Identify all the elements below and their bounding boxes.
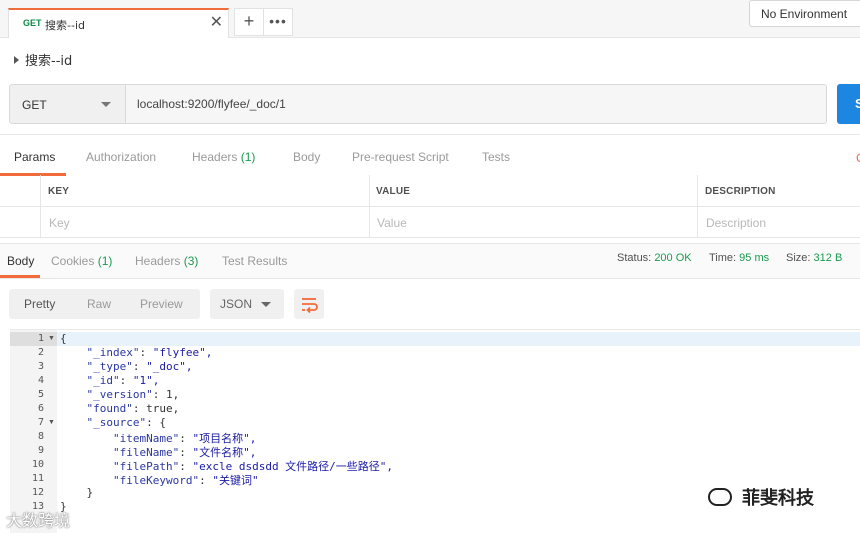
time-value: 95 ms <box>739 252 770 264</box>
tab-body[interactable]: Body <box>293 150 320 164</box>
line-number: 12 <box>31 487 44 498</box>
watermark-left-text: 大数跨境 <box>6 511 71 530</box>
tab-pre-request-script[interactable]: Pre-request Script <box>352 150 449 164</box>
divider <box>0 134 860 135</box>
line-number: 10 <box>31 459 44 470</box>
request-title-text: 搜索--id <box>25 54 73 69</box>
view-preview-button[interactable]: Preview <box>140 297 183 311</box>
status-value: 200 OK <box>654 252 692 264</box>
line-number: 5 <box>37 389 44 400</box>
url-input[interactable]: localhost:9200/flyfee/_doc/1 <box>126 84 827 124</box>
status-label: Status: <box>617 252 652 264</box>
size-value: 312 B <box>813 252 843 264</box>
tab-label: Body <box>7 254 35 268</box>
column-header-description: DESCRIPTION <box>705 186 776 197</box>
tab-label: Tests <box>482 150 511 164</box>
code-line: "_source": { <box>86 416 166 429</box>
response-status: Status: 200 OK <box>617 252 692 264</box>
params-table: KEY VALUE DESCRIPTION Key Value Descript… <box>0 175 860 238</box>
tab-label: Test Results <box>222 254 288 268</box>
tab-label: Headers <box>135 254 181 268</box>
view-mode-group: Pretty Raw Preview <box>9 289 200 319</box>
view-raw-button[interactable]: Raw <box>87 297 111 311</box>
method-select[interactable]: GET <box>9 84 126 124</box>
line-number: 9 <box>37 445 44 456</box>
new-tab-button[interactable]: + <box>234 8 264 36</box>
tab-label: Authorization <box>86 150 157 164</box>
caret-right-icon <box>14 56 19 64</box>
tab-name: 搜索--id <box>45 19 85 32</box>
active-line-highlight <box>10 332 860 346</box>
code-line: "_type": "_doc", <box>86 360 193 373</box>
code-line: { <box>60 332 67 345</box>
value-input[interactable]: Value <box>377 216 407 230</box>
line-number: 6 <box>37 403 44 414</box>
tab-label: Headers <box>192 150 238 164</box>
tab-response-cookies[interactable]: Cookies (1) <box>51 254 112 268</box>
wechat-icon <box>708 488 732 506</box>
response-size: Size: 312 B <box>786 252 842 264</box>
environment-select[interactable]: No Environment <box>749 0 860 27</box>
tab-params[interactable]: Params <box>14 150 55 164</box>
chevron-down-icon <box>261 302 271 307</box>
tab-count: (1) <box>240 150 256 164</box>
tab-label: Params <box>14 150 56 164</box>
close-tab-icon[interactable]: ✕ <box>210 14 223 32</box>
tab-response-body[interactable]: Body <box>7 254 34 268</box>
tab-count: (1) <box>97 254 113 268</box>
wrap-lines-icon <box>302 298 318 314</box>
tab-test-results[interactable]: Test Results <box>222 254 287 268</box>
column-header-value: VALUE <box>376 186 411 197</box>
code-line: "_index": "flyfee", <box>86 346 213 359</box>
column-divider <box>369 175 370 238</box>
size-label: Size: <box>786 252 811 264</box>
time-label: Time: <box>709 252 737 264</box>
more-tabs-button[interactable]: ••• <box>263 8 293 36</box>
line-number: 2 <box>37 347 44 358</box>
line-number: 1 <box>37 333 44 344</box>
column-divider <box>697 175 698 238</box>
column-divider <box>40 175 41 238</box>
request-tabs: Params Authorization Headers (1) Body Pr… <box>0 140 860 176</box>
send-button[interactable]: S <box>837 84 860 124</box>
response-time: Time: 95 ms <box>709 252 769 264</box>
tab-label: Body <box>293 150 321 164</box>
tab-label: Cookies <box>51 254 95 268</box>
tab-authorization[interactable]: Authorization <box>86 150 156 164</box>
fold-toggle-icon[interactable]: ▼ <box>48 419 55 426</box>
code-line: } <box>60 486 94 499</box>
line-number: 11 <box>31 473 44 484</box>
wrap-lines-button[interactable] <box>294 289 324 319</box>
line-number: 8 <box>37 431 44 442</box>
tab-label: Pre-request Script <box>352 150 449 164</box>
tab-tests[interactable]: Tests <box>482 150 510 164</box>
method-value: GET <box>22 98 47 112</box>
code-line: "_version": 1, <box>86 388 180 401</box>
request-tab[interactable]: GET 搜索--id ✕ <box>8 8 229 38</box>
watermark-right: 菲斐科技 <box>708 484 814 510</box>
line-number: 4 <box>37 375 44 386</box>
tab-headers[interactable]: Headers (1) <box>192 150 255 164</box>
divider <box>0 278 860 279</box>
line-number: 3 <box>37 361 44 372</box>
tab-bar: GET 搜索--id ✕ + ••• No Environment <box>0 0 860 38</box>
line-number: 7 <box>37 417 44 428</box>
cookies-link[interactable]: C <box>856 151 860 165</box>
tab-method: GET <box>23 18 42 28</box>
view-pretty-button[interactable]: Pretty <box>24 297 55 311</box>
code-line: "_id": "1", <box>86 374 160 387</box>
description-input[interactable]: Description <box>706 216 766 230</box>
watermark-right-text: 菲斐科技 <box>742 488 814 509</box>
column-header-key: KEY <box>48 186 70 197</box>
request-title[interactable]: 搜索--id <box>14 50 72 69</box>
chevron-down-icon <box>101 102 111 107</box>
format-select[interactable]: JSON <box>210 289 284 319</box>
code-line: "found": true, <box>86 402 180 415</box>
fold-toggle-icon[interactable]: ▼ <box>48 335 55 342</box>
tab-count: (3) <box>183 254 199 268</box>
format-value: JSON <box>220 297 253 311</box>
tab-response-headers[interactable]: Headers (3) <box>135 254 198 268</box>
key-input[interactable]: Key <box>49 216 70 230</box>
watermark-left: 大数跨境 <box>6 507 70 531</box>
